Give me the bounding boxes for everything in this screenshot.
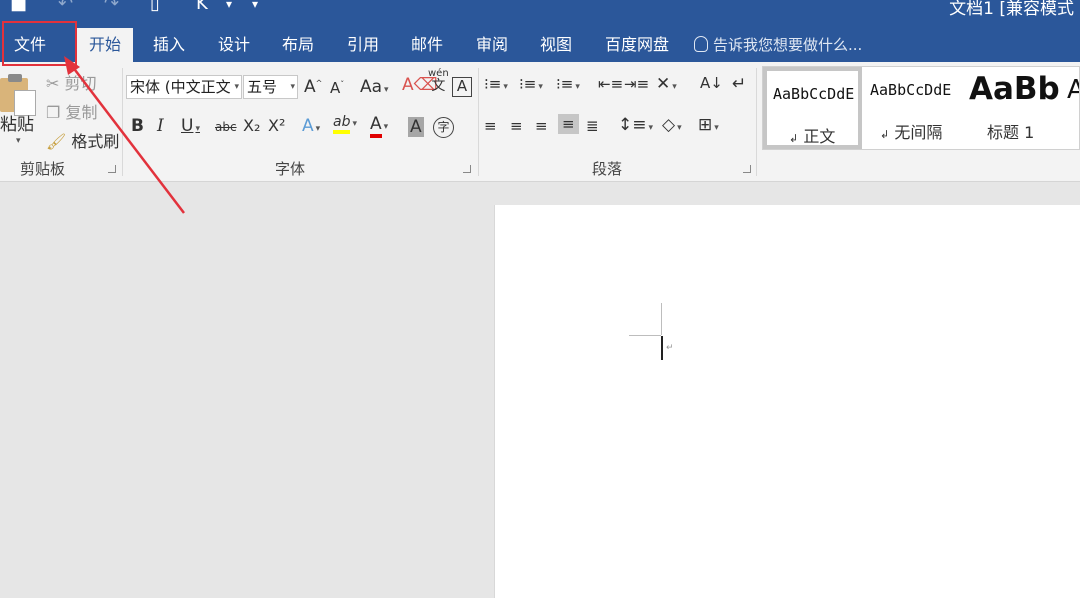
paragraph-dialog-launcher[interactable] bbox=[743, 165, 751, 173]
document-canvas: ↵ bbox=[0, 182, 1080, 598]
format-painter-button[interactable]: 🖌 格式刷 bbox=[46, 128, 119, 152]
cut-button[interactable]: ✂ 剪切 bbox=[46, 70, 97, 94]
superscript-button[interactable]: X² bbox=[268, 116, 285, 135]
align-right-button[interactable]: ≡ bbox=[535, 117, 548, 135]
enclose-characters-button[interactable]: 字 bbox=[433, 117, 454, 138]
style-no-spacing[interactable]: AaBbCcDdE ↲ 无间隔 bbox=[864, 67, 962, 149]
word-window: ■ ↶ ↷ ▯ Ꝁ ▾ ▾ 文档1 [兼容模式 文件 开始 插入 设计 布局 引… bbox=[0, 0, 1080, 598]
strikethrough-button[interactable]: abc bbox=[215, 120, 237, 134]
italic-button[interactable]: I bbox=[157, 116, 164, 136]
paste-button[interactable] bbox=[0, 72, 38, 116]
tab-design[interactable]: 设计 bbox=[206, 28, 262, 62]
style-normal[interactable]: AaBbCcDdE ↲ 正文 bbox=[763, 67, 862, 149]
copy-icon: ❐ bbox=[46, 103, 61, 122]
sort-button[interactable]: A↓ bbox=[700, 74, 723, 92]
chevron-down-icon: ▾ bbox=[234, 82, 239, 92]
save-icon[interactable]: ■ bbox=[10, 0, 27, 14]
paintbrush-icon: 🖌 bbox=[46, 132, 67, 151]
tab-home[interactable]: 开始 bbox=[77, 28, 134, 62]
line-spacing-button[interactable]: ↕≡ ▾ bbox=[618, 115, 653, 135]
font-dialog-launcher[interactable] bbox=[463, 165, 471, 173]
customize-icon[interactable]: Ꝁ bbox=[196, 0, 208, 14]
character-border-button[interactable]: A bbox=[452, 76, 472, 97]
document-page[interactable]: ↵ bbox=[494, 205, 1080, 598]
font-size-value: 五号 bbox=[247, 78, 278, 96]
phonetic-guide-button[interactable]: wén 文 bbox=[428, 68, 449, 93]
tab-baidu-netdisk[interactable]: 百度网盘 bbox=[593, 28, 681, 62]
document-title: 文档1 [兼容模式 bbox=[949, 0, 1074, 19]
chevron-down-icon: ▾ bbox=[290, 82, 295, 92]
font-size-combo[interactable]: 五号 ▾ bbox=[243, 75, 298, 99]
grow-font-button[interactable]: A^ bbox=[304, 77, 322, 97]
font-name-combo[interactable]: 宋体 (中文正文 ▾ bbox=[126, 75, 242, 99]
print-preview-icon[interactable]: ▯ bbox=[150, 0, 160, 14]
margin-marker bbox=[661, 303, 662, 335]
align-center-button[interactable]: ≡ bbox=[510, 117, 523, 135]
tab-file[interactable]: 文件 bbox=[2, 28, 58, 62]
ribbon-home: 粘贴 ▾ ✂ 剪切 ❐ 复制 🖌 格式刷 剪贴板 宋体 (中文正文 ▾ 五号 ▾ A… bbox=[0, 62, 1080, 182]
highlight-color-button[interactable]: ab ▾ bbox=[333, 114, 357, 134]
copy-button[interactable]: ❐ 复制 bbox=[46, 99, 97, 123]
scissors-icon: ✂ bbox=[46, 74, 60, 93]
multilevel-list-button[interactable]: ⁝≡ ▾ bbox=[556, 75, 580, 93]
decrease-indent-button[interactable]: ⇤≡ bbox=[598, 75, 623, 93]
show-marks-button[interactable]: ↵ bbox=[732, 74, 746, 94]
bold-button[interactable]: B bbox=[131, 116, 144, 136]
paste-label[interactable]: 粘贴 bbox=[0, 110, 34, 135]
shrink-font-button[interactable]: Aˇ bbox=[330, 79, 344, 97]
style-heading-1[interactable]: AaBb 标题 1 bbox=[963, 67, 1061, 149]
distributed-button[interactable]: ≣ bbox=[586, 117, 599, 135]
tab-review[interactable]: 审阅 bbox=[464, 28, 520, 62]
text-effects-button[interactable]: A ▾ bbox=[302, 116, 320, 136]
tell-me-placeholder: 告诉我您想要做什么... bbox=[713, 36, 863, 54]
chinese-layout-button[interactable]: ✕ ▾ bbox=[656, 74, 677, 94]
align-left-button[interactable]: ≡ bbox=[484, 117, 497, 135]
tab-references[interactable]: 引用 bbox=[335, 28, 391, 62]
styles-gallery: AaBbCcDdE ↲ 正文 AaBbCcDdE ↲ 无间隔 AaBb 标题 1… bbox=[762, 66, 1080, 150]
ribbon-tabs: 文件 开始 插入 设计 布局 引用 邮件 审阅 视图 百度网盘 告诉我您想要做什… bbox=[0, 28, 1080, 62]
subscript-button[interactable]: X₂ bbox=[243, 116, 260, 135]
cut-label: 剪切 bbox=[64, 74, 97, 93]
numbering-button[interactable]: ⁝≡ ▾ bbox=[519, 75, 543, 93]
undo-icon[interactable]: ↶ bbox=[58, 0, 73, 14]
quick-access-toolbar: ■ ↶ ↷ ▯ Ꝁ ▾ ▾ bbox=[0, 0, 300, 18]
text-cursor bbox=[661, 336, 663, 360]
paragraph-mark: ↵ bbox=[666, 343, 674, 353]
justify-button[interactable]: ≡ bbox=[558, 114, 579, 134]
paragraph-group-label: 段落 bbox=[592, 160, 623, 178]
paste-dropdown-icon[interactable]: ▾ bbox=[16, 136, 21, 146]
font-group-label: 字体 bbox=[275, 160, 306, 178]
tab-insert[interactable]: 插入 bbox=[141, 28, 197, 62]
tab-mailings[interactable]: 邮件 bbox=[399, 28, 455, 62]
character-shading-button[interactable]: A bbox=[408, 117, 424, 137]
clipboard-group-label: 剪贴板 bbox=[20, 160, 66, 178]
font-color-button[interactable]: A ▾ bbox=[370, 114, 388, 138]
margin-marker bbox=[629, 335, 661, 336]
style-heading-2[interactable]: A bbox=[1063, 67, 1079, 149]
tab-layout[interactable]: 布局 bbox=[270, 28, 326, 62]
bullets-button[interactable]: ⁝≡ ▾ bbox=[484, 75, 508, 93]
shading-button[interactable]: ◇ ▾ bbox=[662, 115, 682, 135]
tell-me-box[interactable]: 告诉我您想要做什么... bbox=[694, 28, 862, 62]
lightbulb-icon bbox=[694, 36, 708, 52]
underline-button[interactable]: U ▾ bbox=[181, 116, 200, 136]
copy-label: 复制 bbox=[65, 103, 98, 122]
tab-view[interactable]: 视图 bbox=[528, 28, 584, 62]
format-painter-label: 格式刷 bbox=[71, 132, 120, 151]
borders-button[interactable]: ⊞ ▾ bbox=[698, 115, 719, 135]
clipboard-dialog-launcher[interactable] bbox=[108, 165, 116, 173]
change-case-button[interactable]: Aa ▾ bbox=[360, 77, 389, 97]
redo-icon[interactable]: ↷ bbox=[104, 0, 119, 14]
font-name-value: 宋体 (中文正文 bbox=[130, 78, 231, 96]
increase-indent-button[interactable]: ⇥≡ bbox=[624, 75, 649, 93]
chevron-down-icon[interactable]: ▾ bbox=[226, 0, 232, 14]
title-and-tab-bar: ■ ↶ ↷ ▯ Ꝁ ▾ ▾ 文档1 [兼容模式 文件 开始 插入 设计 布局 引… bbox=[0, 0, 1080, 62]
more-commands-icon[interactable]: ▾ bbox=[252, 0, 258, 14]
